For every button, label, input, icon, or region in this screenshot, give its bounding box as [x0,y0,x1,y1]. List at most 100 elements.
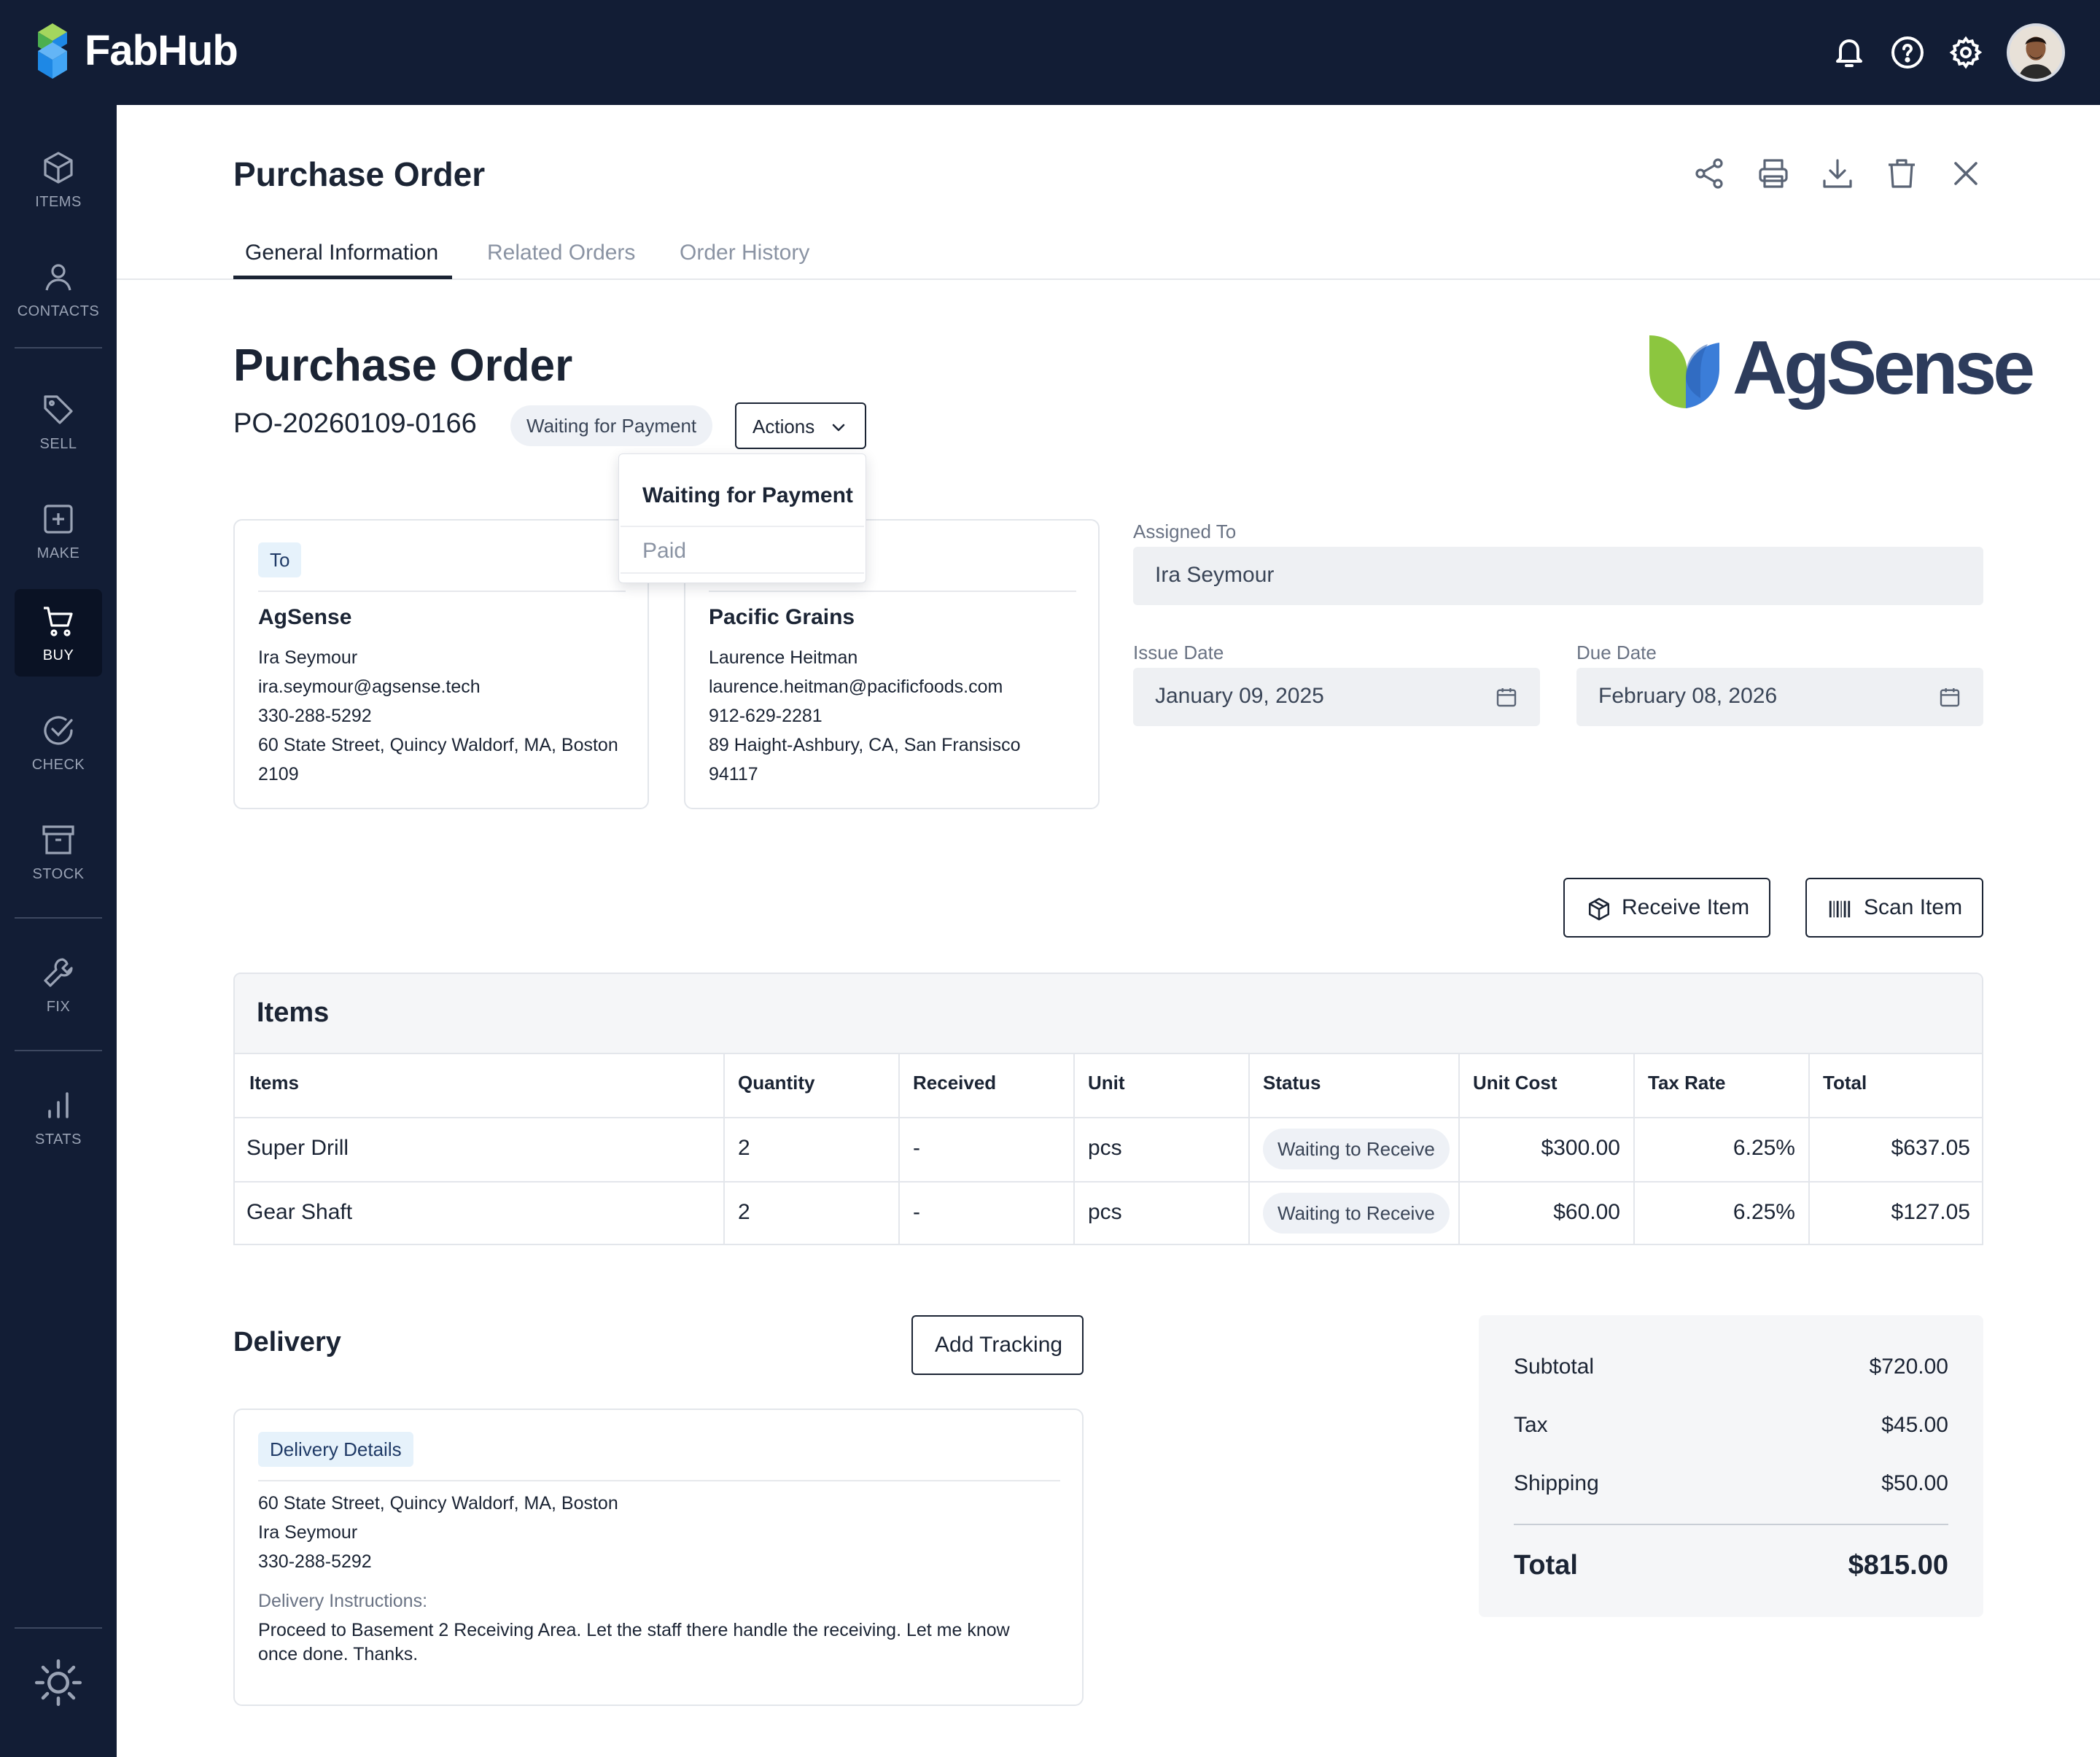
active-tab-indicator [233,276,452,279]
column-header-received: Received [913,1072,997,1094]
shipping-label: Shipping [1514,1471,1599,1495]
menu-item-waiting-for-payment[interactable]: Waiting for Payment [642,483,853,508]
issue-date-value: January 09, 2025 [1155,684,1324,708]
package-icon [1588,897,1610,921]
sidebar-divider [15,1050,102,1051]
contact-phone: 912-629-2281 [709,706,822,726]
subtotal-value: $720.00 [1869,1355,1948,1379]
sidebar-divider [15,1627,102,1629]
assigned-to-field[interactable]: Ira Seymour [1133,547,1983,605]
menu-divider [621,572,864,574]
sidebar-item-label: SELL [39,436,77,452]
trash-icon[interactable] [1884,156,1919,191]
close-icon[interactable] [1948,156,1983,191]
contact-email: laurence.heitman@pacificfoods.com [709,677,1003,697]
total-value: $815.00 [1848,1550,1948,1581]
cell-tax-rate: 6.25% [1732,1200,1795,1224]
shipping-value: $50.00 [1881,1471,1948,1495]
check-circle-icon [44,716,73,745]
sidebar-item-label: CONTACTS [17,303,100,319]
fabhub-logo-icon[interactable] [32,22,73,80]
items-header: Items [235,974,1982,1054]
column-divider [723,1054,725,1244]
chevron-down-icon [832,424,845,432]
delivery-contact: Ira Seymour [258,1522,358,1543]
calendar-icon[interactable] [1938,685,1961,709]
barcode-icon [1829,900,1851,918]
sidebar-item-check[interactable]: CHECK [15,698,102,786]
sidebar-item-fix[interactable]: FIX [15,940,102,1028]
actions-label: Actions [752,416,815,437]
total-label: Total [1514,1550,1578,1581]
sidebar-item-label: FIX [46,999,71,1015]
tab-related-orders[interactable]: Related Orders [487,241,635,265]
cell-total: $637.05 [1891,1136,1970,1160]
due-date-field[interactable]: February 08, 2026 [1576,668,1983,726]
contact-address: 60 State Street, Quincy Waldorf, MA, Bos… [258,735,618,755]
add-tracking-label: Add Tracking [935,1333,1063,1357]
tax-label: Tax [1514,1413,1548,1437]
status-badge: Waiting to Receive [1263,1129,1450,1169]
agsense-leaf-icon [1649,335,1719,408]
issue-date-field[interactable]: January 09, 2025 [1133,668,1540,726]
wrench-icon [44,958,73,987]
delivery-phone: 330-288-5292 [258,1551,372,1572]
actions-dropdown-button[interactable]: Actions [735,402,866,449]
receive-item-button[interactable]: Receive Item [1563,878,1770,938]
share-icon[interactable] [1692,156,1727,191]
sidebar-item-make[interactable]: MAKE [15,487,102,574]
sidebar-item-label: MAKE [36,545,80,561]
receive-item-label: Receive Item [1622,895,1750,919]
scan-item-button[interactable]: Scan Item [1805,878,1983,938]
sidebar-item-label: STOCK [32,866,85,882]
actions-dropdown-menu: Waiting for Payment Paid [618,453,866,583]
contact-phone: 330-288-5292 [258,706,372,726]
column-divider [898,1054,900,1244]
tag-icon [44,395,73,424]
calendar-icon[interactable] [1495,685,1518,709]
page-title: Purchase Order [233,155,486,193]
menu-item-paid[interactable]: Paid [642,539,686,564]
cell-item-name[interactable]: Gear Shaft [246,1200,352,1225]
sidebar-item-stats[interactable]: STATS [15,1073,102,1161]
sidebar-item-buy[interactable]: BUY [15,589,102,677]
summary-divider [1514,1524,1948,1525]
contact-name: Ira Seymour [258,647,358,668]
company-name: Pacific Grains [709,605,855,629]
gear-icon[interactable] [1948,35,1983,70]
brand-name[interactable]: FabHub [85,26,238,75]
cell-item-name[interactable]: Super Drill [246,1136,349,1161]
delivery-title: Delivery [233,1327,341,1357]
cell-received: - [913,1136,920,1160]
scan-item-label: Scan Item [1864,895,1963,919]
contact-email: ira.seymour@agsense.tech [258,677,481,697]
user-avatar[interactable] [2007,23,2065,82]
due-date-label: Due Date [1576,642,1657,663]
bell-icon[interactable] [1832,35,1867,70]
cube-icon [44,152,73,184]
top-bar: FabHub [0,0,2100,105]
assigned-to-label: Assigned To [1133,521,1237,542]
person-icon [45,264,71,291]
sidebar-item-contacts[interactable]: CONTACTS [15,245,102,332]
sidebar-item-sell[interactable]: SELL [15,378,102,465]
sidebar-item-stock[interactable]: STOCK [15,808,102,895]
cell-quantity: 2 [738,1200,750,1224]
column-header-items: Items [249,1072,299,1094]
add-tracking-button[interactable]: Add Tracking [911,1315,1084,1375]
delivery-details-card: Delivery Details 60 State Street, Quincy… [233,1409,1084,1706]
tab-general-information[interactable]: General Information [245,241,438,265]
tab-order-history[interactable]: Order History [680,241,809,265]
column-header-quantity: Quantity [738,1072,815,1094]
sidebar-item-items[interactable]: ITEMS [15,136,102,223]
delivery-instructions: Proceed to Basement 2 Receiving Area. Le… [258,1620,1010,1664]
column-divider [1808,1054,1810,1244]
contact-address: 89 Haight-Ashbury, CA, San Fransisco [709,735,1021,755]
sun-icon[interactable] [34,1658,83,1707]
tax-value: $45.00 [1881,1413,1948,1437]
print-icon[interactable] [1756,156,1791,191]
download-icon[interactable] [1820,156,1855,191]
order-title: Purchase Order [233,340,573,391]
help-icon[interactable] [1890,35,1925,70]
cell-unit-cost: $60.00 [1553,1200,1620,1224]
